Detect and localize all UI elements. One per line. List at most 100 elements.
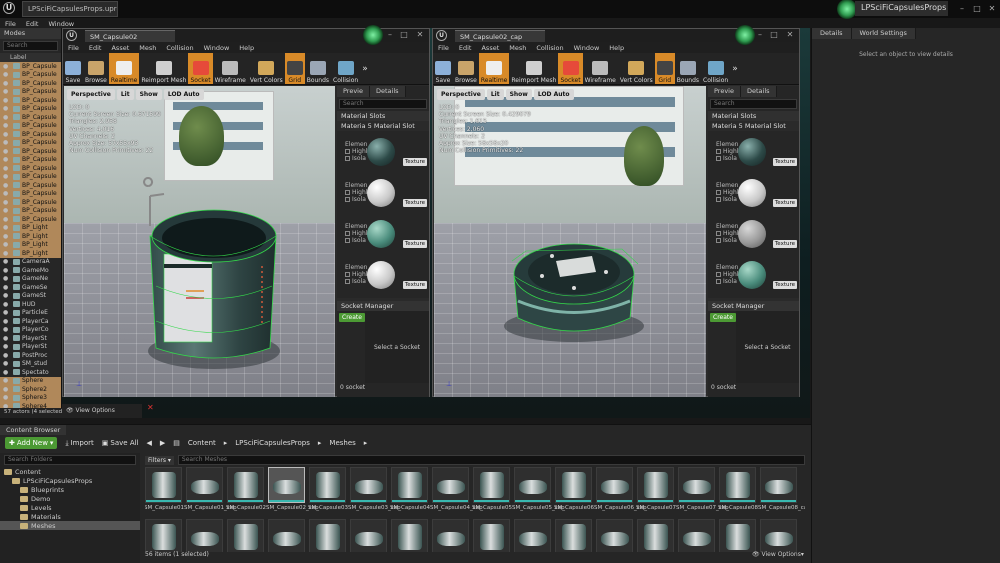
source-control-icon[interactable] bbox=[363, 25, 383, 45]
visibility-eye-icon[interactable]: ● bbox=[3, 267, 11, 274]
asset-thumbnail[interactable] bbox=[268, 519, 305, 552]
editor-menu-item[interactable]: Window bbox=[199, 44, 235, 52]
asset-thumbnail[interactable] bbox=[186, 467, 223, 503]
outliner-row[interactable]: ● BP_Light bbox=[0, 232, 61, 241]
highlight-checkbox[interactable]: Highl bbox=[716, 148, 738, 155]
asset-thumbnail[interactable] bbox=[719, 519, 756, 552]
folder-tree-item[interactable]: Materials bbox=[0, 512, 140, 521]
editor1-tab[interactable]: SM_Capsule02 bbox=[85, 30, 175, 42]
visibility-eye-icon[interactable]: ● bbox=[3, 224, 11, 231]
visibility-eye-icon[interactable]: ● bbox=[3, 394, 11, 401]
visibility-eye-icon[interactable]: ● bbox=[3, 250, 11, 257]
asset-thumbnail[interactable] bbox=[391, 519, 428, 552]
outliner-row[interactable]: ● BP_Capsule bbox=[0, 79, 61, 88]
material-preview-sphere[interactable] bbox=[738, 178, 766, 207]
asset-thumbnail[interactable] bbox=[350, 467, 387, 503]
visibility-eye-icon[interactable]: ● bbox=[3, 241, 11, 248]
toolbar-button-save[interactable]: Save bbox=[433, 53, 453, 84]
viewport-option[interactable]: Show bbox=[135, 89, 162, 100]
toolbar-button-reimport-mesh[interactable]: Reimport Mesh bbox=[509, 53, 558, 84]
modes-tab[interactable]: Modes bbox=[0, 28, 61, 39]
asset-thumbnail[interactable] bbox=[637, 467, 674, 503]
highlight-checkbox[interactable]: Highl bbox=[345, 148, 367, 155]
asset-thumbnail[interactable] bbox=[350, 519, 387, 552]
maximize-icon[interactable]: □ bbox=[970, 3, 984, 15]
visibility-eye-icon[interactable]: ● bbox=[3, 114, 11, 121]
outliner-row[interactable]: ● BP_Capsule bbox=[0, 138, 61, 147]
texture-button[interactable]: Texture bbox=[402, 240, 427, 248]
visibility-eye-icon[interactable]: ● bbox=[3, 233, 11, 240]
visibility-eye-icon[interactable]: ● bbox=[3, 369, 11, 376]
toolbar-button-save[interactable]: Save bbox=[63, 53, 83, 84]
visibility-eye-icon[interactable]: ● bbox=[3, 343, 11, 350]
search-meshes-input[interactable]: Search Meshes bbox=[177, 455, 805, 465]
folder-tree-item[interactable]: Blueprints bbox=[0, 485, 140, 494]
asset-thumbnail[interactable] bbox=[555, 519, 592, 552]
visibility-eye-icon[interactable]: ● bbox=[3, 216, 11, 223]
editor-menu-item[interactable]: Asset bbox=[476, 44, 504, 52]
details-tab[interactable]: Details bbox=[741, 86, 777, 97]
asset-thumbnail[interactable] bbox=[309, 467, 346, 503]
breadcrumb-project[interactable]: LPSciFiCapsulesProps bbox=[235, 439, 310, 447]
outliner-row[interactable]: ● BP_Capsule bbox=[0, 104, 61, 113]
menu-edit[interactable]: Edit bbox=[21, 20, 44, 28]
material-preview-sphere[interactable] bbox=[367, 178, 395, 207]
viewport-option[interactable]: Show bbox=[505, 89, 532, 100]
add-new-button[interactable]: ✚ Add New ▾ bbox=[5, 437, 58, 449]
folder-tree-item[interactable]: Demo bbox=[0, 494, 140, 503]
toolbar-button-bounds[interactable]: Bounds bbox=[305, 53, 331, 84]
texture-button[interactable]: Texture bbox=[402, 281, 427, 289]
asset-thumbnail[interactable] bbox=[145, 519, 182, 552]
details-tab[interactable]: Details bbox=[370, 86, 406, 97]
editor2-viewport[interactable]: ⊥ Perspective Lit Show LOD Auto LOD: 0 Curre… bbox=[434, 86, 706, 397]
breadcrumb-meshes[interactable]: Meshes bbox=[329, 439, 355, 447]
outliner-row[interactable]: ● BP_Capsule bbox=[0, 206, 61, 215]
toolbar-overflow-icon[interactable]: » bbox=[360, 53, 370, 84]
back-icon[interactable]: ◀ bbox=[147, 439, 152, 447]
folder-tree-item[interactable]: Meshes bbox=[0, 521, 140, 530]
toolbar-overflow-icon[interactable]: » bbox=[730, 53, 740, 84]
asset-thumbnail[interactable] bbox=[268, 467, 305, 503]
asset-thumbnail[interactable] bbox=[555, 467, 592, 503]
editor-menu-item[interactable]: File bbox=[433, 44, 454, 52]
asset-thumbnail[interactable] bbox=[186, 519, 223, 552]
outliner-row[interactable]: ● GameNe bbox=[0, 275, 61, 284]
outliner-row[interactable]: ● BP_Capsule bbox=[0, 189, 61, 198]
highlight-checkbox[interactable]: Highl bbox=[345, 189, 367, 196]
maximize-icon[interactable]: □ bbox=[397, 29, 411, 41]
texture-button[interactable]: Texture bbox=[772, 240, 797, 248]
highlight-checkbox[interactable]: Highl bbox=[716, 271, 738, 278]
isolate-checkbox[interactable]: Isola bbox=[345, 278, 367, 285]
visibility-eye-icon[interactable]: ● bbox=[3, 199, 11, 206]
outliner-row[interactable]: ● BP_Capsule bbox=[0, 96, 61, 105]
menu-window[interactable]: Window bbox=[43, 20, 79, 28]
outliner-row[interactable]: ● GameSt bbox=[0, 292, 61, 301]
outliner-row[interactable]: ● Sphere3 bbox=[0, 393, 61, 402]
viewport-option[interactable]: Perspective bbox=[67, 89, 115, 100]
viewport-option[interactable]: Perspective bbox=[437, 89, 485, 100]
visibility-eye-icon[interactable]: ● bbox=[3, 352, 11, 359]
asset-thumbnail[interactable] bbox=[432, 467, 469, 503]
visibility-eye-icon[interactable]: ● bbox=[3, 131, 11, 138]
label-column-header[interactable]: Label bbox=[0, 53, 61, 62]
preview-tab[interactable]: Previe bbox=[708, 86, 741, 97]
texture-button[interactable]: Texture bbox=[772, 199, 797, 207]
folder-tree-item[interactable]: Content bbox=[0, 467, 140, 476]
visibility-eye-icon[interactable]: ● bbox=[3, 80, 11, 87]
folder-tree-item[interactable]: LPSciFiCapsulesProps bbox=[0, 476, 140, 485]
toolbar-button-collision[interactable]: Collision bbox=[331, 53, 360, 84]
create-socket-button[interactable]: Create bbox=[710, 313, 736, 322]
asset-thumbnail[interactable] bbox=[596, 519, 633, 552]
visibility-eye-icon[interactable]: ● bbox=[3, 275, 11, 282]
outliner-row[interactable]: ● ParticleE bbox=[0, 309, 61, 318]
toolbar-button-socket[interactable]: Socket bbox=[188, 53, 213, 84]
visibility-eye-icon[interactable]: ● bbox=[3, 190, 11, 197]
outliner-row[interactable]: ● BP_Capsule bbox=[0, 70, 61, 79]
close-icon[interactable]: ✕ bbox=[985, 3, 999, 15]
outliner-row[interactable]: ● BP_Capsule bbox=[0, 198, 61, 207]
material-preview-sphere[interactable] bbox=[738, 219, 766, 248]
filters-button[interactable]: Filters ▾ bbox=[145, 455, 174, 465]
outliner-row[interactable]: ● CameraA bbox=[0, 258, 61, 267]
visibility-eye-icon[interactable]: ● bbox=[3, 207, 11, 214]
editor-menu-item[interactable]: Edit bbox=[454, 44, 477, 52]
